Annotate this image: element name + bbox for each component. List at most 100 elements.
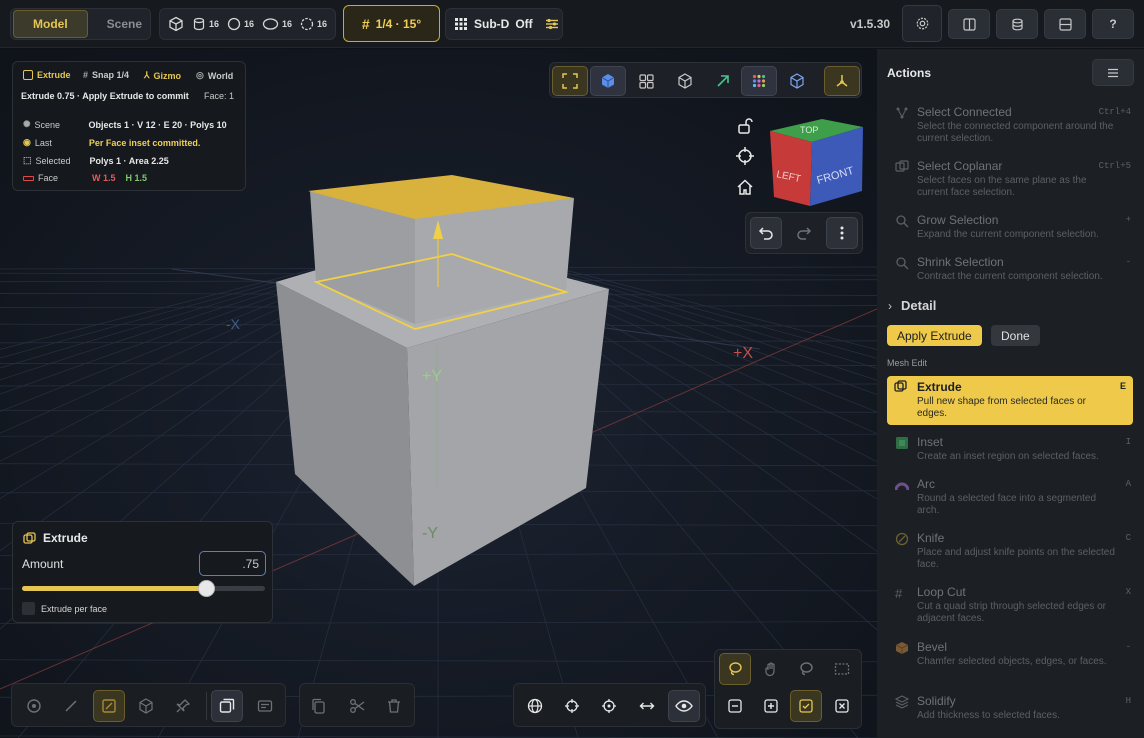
viewport-toolbar (549, 62, 862, 98)
sliders-icon[interactable] (545, 17, 559, 31)
quad-view-button[interactable] (628, 66, 664, 96)
world-space-button[interactable] (519, 690, 551, 722)
chevron-right-icon: › (888, 298, 892, 313)
info-gizmo: ⅄ Gizmo (144, 70, 182, 81)
edge-tool-button[interactable] (55, 690, 87, 722)
per-face-checkbox[interactable] (22, 602, 35, 615)
focus-target-icon[interactable] (735, 146, 755, 166)
wire-view-button[interactable] (667, 66, 703, 96)
stat-ellipse: 16 (262, 17, 292, 31)
lasso-select-button[interactable] (719, 653, 751, 685)
face-tool-button[interactable] (93, 690, 125, 722)
action-extrude[interactable]: Extrude Pull new shape from selected fac… (887, 376, 1133, 425)
amount-slider-track[interactable] (22, 580, 265, 597)
detail-toggle[interactable]: › Detail (888, 298, 936, 313)
box-select-button[interactable] (826, 653, 858, 685)
eye-icon (675, 700, 693, 712)
extrude-action-icon (894, 380, 907, 392)
selection-icon: ⬚ (23, 155, 32, 165)
cylinder-icon (193, 17, 205, 31)
object-view-button[interactable] (779, 66, 815, 96)
mirror-button[interactable] (631, 690, 663, 722)
extrude-panel: Extrude Amount .75 Extrude per face (12, 521, 273, 623)
mode-switch: Model Scene (10, 8, 151, 40)
gizmo-button[interactable] (824, 66, 860, 96)
ellipse-icon (262, 18, 279, 30)
stat-vertices: 16 (192, 17, 219, 31)
done-button[interactable]: Done (991, 325, 1040, 346)
3d-viewport[interactable]: +Y +X -Y -X TOP LEFT FRONT Extrude # Snap… (0, 49, 877, 738)
globe-icon (527, 698, 543, 714)
redo-icon (797, 227, 812, 240)
delete-button[interactable] (378, 690, 410, 722)
vertex-icon (27, 699, 41, 713)
x-neg-label: -X (226, 316, 241, 332)
redo-button[interactable] (788, 217, 820, 249)
unlock-icon[interactable] (735, 116, 755, 136)
edge-icon (65, 700, 77, 712)
frame-button[interactable] (552, 66, 588, 96)
clear-selection-button[interactable] (826, 690, 858, 722)
copy-button[interactable] (303, 690, 335, 722)
help-label: ? (1109, 17, 1117, 31)
replace-selection-button[interactable] (790, 690, 822, 722)
add-selection-button[interactable] (755, 690, 787, 722)
database-button[interactable] (996, 9, 1038, 39)
pivot-button[interactable] (556, 690, 588, 722)
snap-button[interactable]: # 1/4 · 15° (343, 5, 440, 42)
list-icon (1108, 68, 1118, 77)
subtract-selection-button[interactable] (719, 690, 751, 722)
frame-icon (562, 73, 578, 89)
info-face: Face: 1 (204, 91, 235, 101)
model-mode-button[interactable]: Model (13, 10, 88, 38)
plus-square-icon (764, 699, 778, 713)
pin-tool-button[interactable] (167, 690, 199, 722)
cut-button[interactable] (341, 690, 373, 722)
scissors-icon (350, 699, 365, 713)
wire-cube-icon (678, 73, 692, 89)
undo-button[interactable] (750, 217, 782, 249)
layers-button[interactable] (211, 690, 243, 722)
knife-icon (895, 532, 909, 546)
help-button[interactable]: ? (1092, 9, 1134, 39)
free-select-button[interactable] (790, 653, 822, 685)
layout-button-2[interactable] (1044, 9, 1086, 39)
grid-hash-icon: # (361, 15, 370, 32)
select-tool-button[interactable] (18, 690, 50, 722)
search-minus-icon (896, 257, 909, 270)
amount-slider-knob[interactable] (197, 580, 215, 597)
solid-view-button[interactable] (590, 66, 626, 96)
snap-value: 1/4 · 15° (375, 16, 422, 31)
circle-icon (227, 17, 241, 31)
clipboard-bar (299, 683, 415, 727)
actions-menu-button[interactable] (1092, 59, 1134, 86)
more-button[interactable] (826, 217, 858, 249)
color-dots-icon (752, 74, 766, 88)
face-icon (23, 175, 34, 181)
top-bar: Model Scene 16 16 16 16 # 1/4 · 15° Sub-… (0, 0, 1144, 48)
amount-input[interactable]: .75 (199, 551, 266, 576)
view-cube[interactable]: TOP LEFT FRONT (770, 119, 863, 206)
apply-extrude-button[interactable]: Apply Extrude (887, 325, 982, 346)
color-grid-button[interactable] (741, 66, 777, 96)
snap-target-button[interactable] (593, 690, 625, 722)
layout-button-1[interactable] (948, 9, 990, 39)
visibility-button[interactable] (668, 690, 700, 722)
settings-button[interactable] (902, 5, 942, 42)
globe-icon: ◎ (196, 70, 204, 80)
inset-icon (896, 437, 908, 449)
panel-toggle-button[interactable] (249, 690, 281, 722)
target-icon (602, 699, 616, 713)
object-tool-button[interactable] (130, 690, 162, 722)
stat-circle: 16 (227, 17, 254, 31)
paint-select-button[interactable] (755, 653, 787, 685)
extrude-per-face-option[interactable]: Extrude per face (22, 602, 107, 615)
home-icon[interactable] (735, 177, 755, 197)
y-neg-label: -Y (422, 525, 438, 542)
subd-toggle[interactable]: Sub-D Off (445, 8, 563, 40)
minus-square-icon (728, 699, 742, 713)
scene-mode-button[interactable]: Scene (88, 10, 161, 38)
extrude-icon (23, 70, 33, 80)
gizmo-axes-icon (836, 75, 848, 87)
transform-button[interactable] (705, 66, 741, 96)
